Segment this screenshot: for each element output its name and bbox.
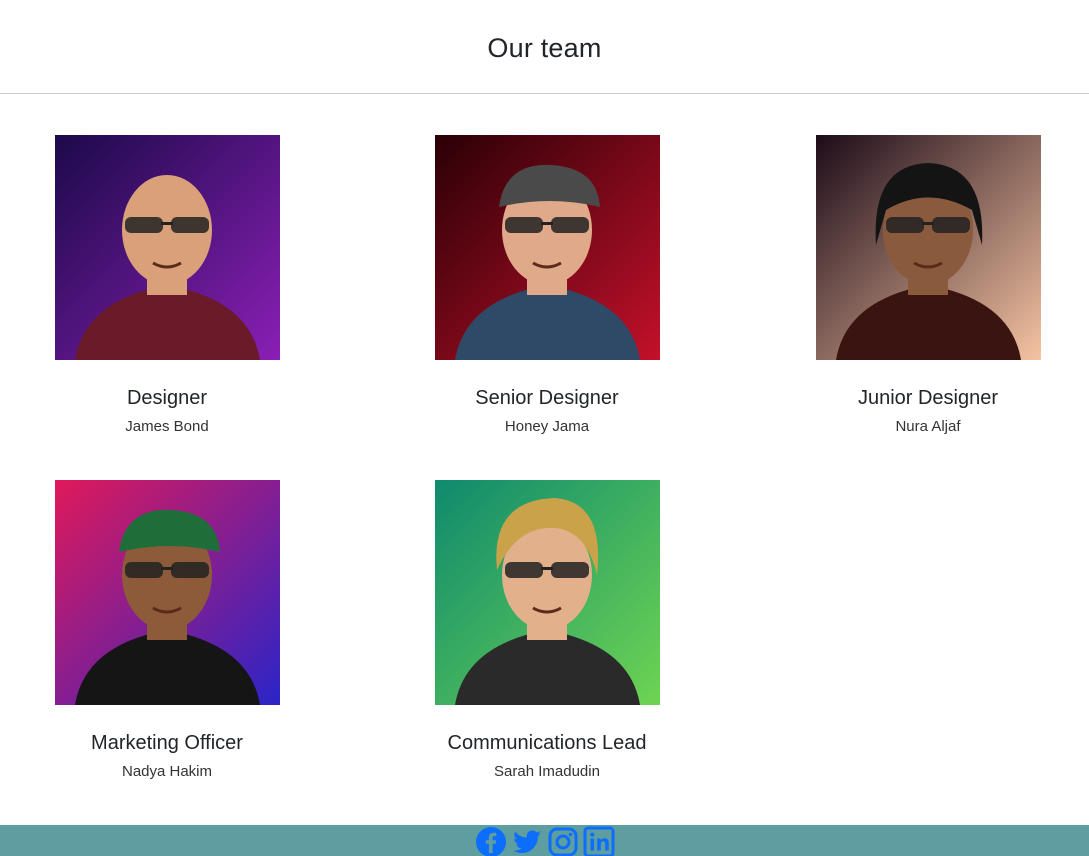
member-role: Senior Designer [475,387,619,409]
member-role: Junior Designer [857,387,999,409]
linkedin-icon[interactable] [583,826,615,856]
member-name: Nura Aljaf [895,418,961,435]
member-role: Communications Lead [447,732,647,754]
facebook-icon[interactable] [475,826,507,856]
member-role: Designer [126,387,208,409]
instagram-icon[interactable] [547,826,579,856]
team-card: Junior Designer Nura Aljaf [778,135,1078,436]
member-avatar [815,135,1041,360]
team-card: Senior Designer Honey Jama [397,135,697,436]
team-card: Designer James Bond [17,135,317,436]
team-card: Marketing Officer Nadya Hakim [17,480,317,781]
member-avatar [54,480,280,705]
member-name: James Bond [125,418,209,435]
member-avatar [434,135,660,360]
member-name: Honey Jama [504,418,590,435]
page-header: Our team [0,0,1089,94]
member-avatar [54,135,280,360]
team-card: Communications Lead Sarah Imadudin [397,480,697,781]
member-name: Nadya Hakim [121,763,213,780]
twitter-icon[interactable] [511,826,543,856]
member-name: Sarah Imadudin [494,763,600,780]
footer [0,825,1089,856]
member-avatar [434,480,660,705]
member-role: Marketing Officer [91,732,243,754]
page-title: Our team [487,33,602,63]
